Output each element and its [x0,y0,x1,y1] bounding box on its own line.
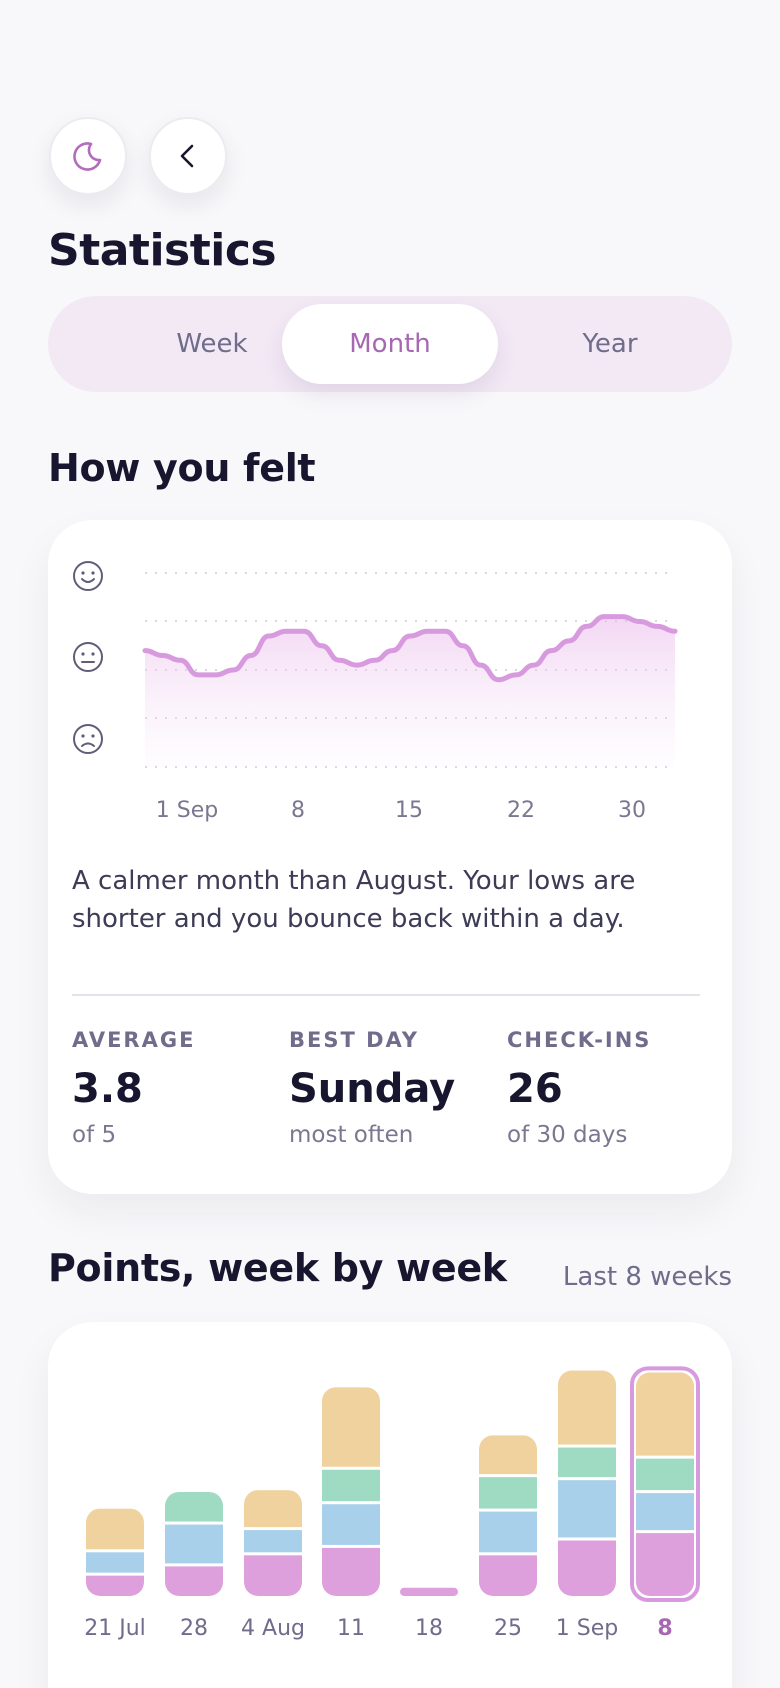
bar-segment [400,1587,458,1596]
bar-segment [558,1540,616,1596]
bar-segment [479,1511,537,1553]
bar-segment [165,1566,223,1596]
week-bar[interactable] [244,1490,302,1596]
bar-segment [636,1493,694,1531]
bar-category-label: 8 [657,1616,673,1641]
week-bar[interactable] [479,1435,537,1596]
bar-segment [479,1435,537,1475]
bar-segment [244,1530,302,1553]
bar-category-label: 25 [494,1616,522,1641]
bar-segment [479,1477,537,1509]
bar-segment [479,1555,537,1596]
bar-segment [558,1447,616,1478]
bar-segment [322,1504,380,1545]
bar-category-label: 21 Jul [84,1616,146,1641]
bar-segment [322,1387,380,1467]
points-bar-chart [86,1366,700,1603]
bar-category-label: 1 Sep [555,1616,619,1641]
week-bar[interactable] [165,1491,223,1596]
bar-segment [322,1547,380,1596]
bar-segment [86,1575,144,1596]
bar-segment [558,1370,616,1445]
bar-segment [322,1469,380,1502]
week-bar[interactable] [322,1387,380,1596]
week-bar[interactable] [400,1587,458,1596]
bar-segment [636,1533,694,1596]
bar-category-label: 11 [337,1616,365,1641]
bar-segment [636,1372,694,1456]
bar-segment [558,1480,616,1538]
bar-segment [86,1508,144,1550]
bar-segment [165,1491,223,1522]
bar-category-label: 18 [415,1616,443,1641]
bar-segment [244,1555,302,1596]
week-bar[interactable] [86,1508,144,1596]
bar-segment [86,1552,144,1573]
bar-segment [165,1524,223,1564]
week-bar[interactable] [558,1370,616,1596]
bar-segment [244,1490,302,1528]
bar-category-label: 28 [180,1616,208,1641]
bar-segment [636,1458,694,1491]
week-bar[interactable] [636,1372,694,1596]
bar-category-label: 4 Aug [241,1616,305,1641]
